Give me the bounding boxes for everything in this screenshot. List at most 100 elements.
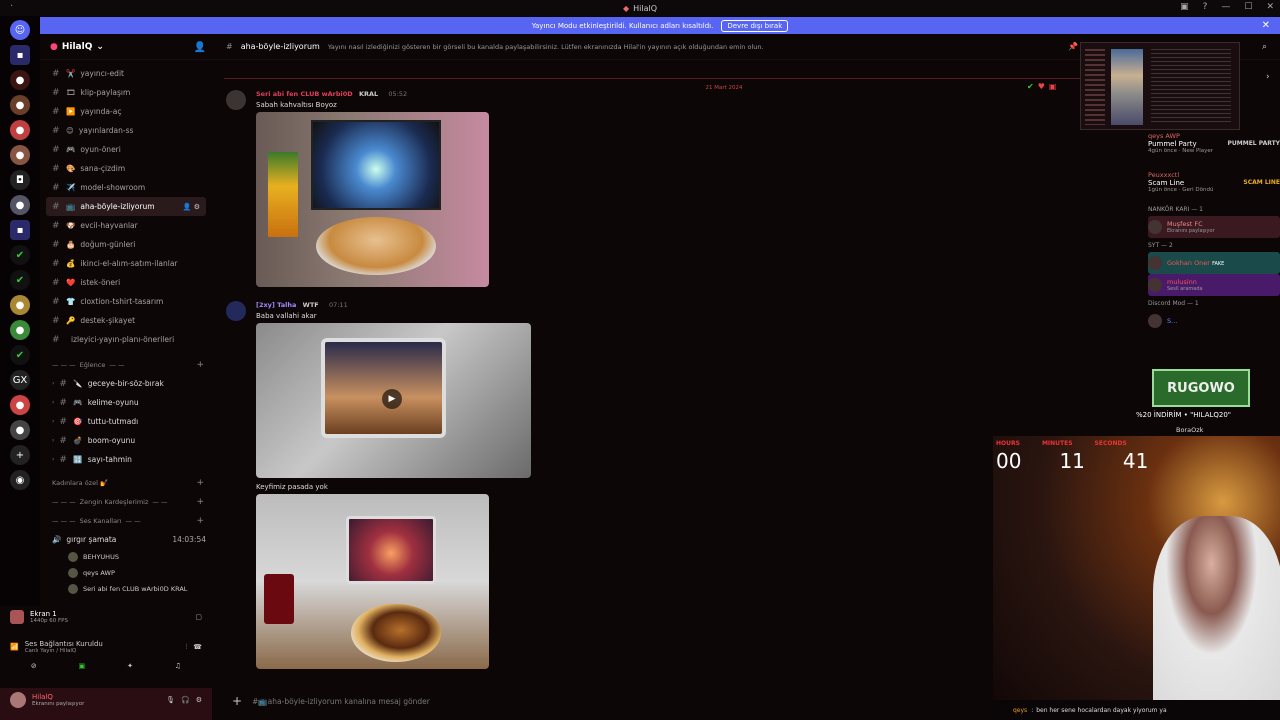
server-icon[interactable]: ● — [10, 120, 30, 140]
close-icon[interactable]: ✕ — [1266, 2, 1274, 12]
server-header[interactable]: ● HilalQ ⌄ 👤 — [40, 34, 212, 60]
channel-evcil-hayvanlar[interactable]: # 🐶 evcil-hayvanlar — [40, 216, 212, 235]
server-icon[interactable]: ● — [10, 420, 30, 440]
pin-icon[interactable]: 📌 — [1068, 42, 1078, 51]
maximize-icon[interactable]: ☐ — [1244, 2, 1252, 12]
channel-oyun-öneri[interactable]: # 🎮 oyun-öneri — [40, 140, 212, 159]
channel-destek-şikayet[interactable]: # 🔑 destek-şikayet — [40, 311, 212, 330]
gear-icon[interactable]: 👤 ⚙ — [183, 203, 200, 211]
home-icon[interactable]: ☺ — [10, 20, 30, 40]
server-icon[interactable]: ● — [10, 320, 30, 340]
add-channel-icon[interactable]: + — [196, 497, 204, 507]
reaction-icon[interactable]: ▣ — [1049, 82, 1057, 91]
member-row[interactable]: Muşfest FC Ekranını paylaşıyor — [1148, 216, 1280, 238]
member-activity[interactable]: Peuxxxctl Scam Line 1gün önce · Geri Dön… — [1148, 162, 1280, 202]
close-banner-icon[interactable]: ✕ — [1262, 20, 1270, 31]
heart-icon[interactable]: ♥ — [1038, 82, 1045, 91]
avatar[interactable] — [10, 692, 26, 708]
channel-izleyici-yayın-planı-önerileri[interactable]: # izleyici-yayın-planı-önerileri — [40, 330, 212, 349]
play-icon[interactable]: ▶ — [382, 389, 402, 409]
channel-yayında-aç[interactable]: # ▶️ yayında-aç — [40, 102, 212, 121]
waveform-icon[interactable]: ⫶ — [186, 643, 188, 652]
minutes-value: 11 — [1059, 449, 1085, 473]
voice-user[interactable]: Seri abi fen CLUB wArbi0D KRAL — [40, 581, 212, 597]
voice-user[interactable]: qeys AWP — [40, 565, 212, 581]
server-icon[interactable]: ● — [10, 295, 30, 315]
message-username[interactable]: Seri abi fen CLUB wArbi0D — [256, 90, 353, 98]
server-icon[interactable]: ● — [10, 395, 30, 415]
channel-cloxtion-tshirt-tasarım[interactable]: # 👕 cloxtion-tshirt-tasarım — [40, 292, 212, 311]
category-voice[interactable]: — — — Ses Kanalları — — + — [40, 511, 212, 530]
burger-photo[interactable] — [256, 494, 489, 669]
add-server-icon[interactable]: + — [10, 445, 30, 465]
soundboard-icon[interactable]: ♫ — [175, 662, 181, 670]
channel-ikinci-el-alım-satım-ilanlar[interactable]: # 💰 ikinci-el-alım-satım-ilanlar — [40, 254, 212, 273]
settings-icon[interactable]: ⚙ — [196, 696, 202, 704]
add-member-icon[interactable]: 👤 — [194, 42, 206, 53]
channel-sana-çizdim[interactable]: # 🎨 sana-çizdim — [40, 159, 212, 178]
voice-user[interactable]: BEHYUHUS — [40, 549, 212, 565]
inbox-icon[interactable]: ▣ — [1180, 2, 1189, 12]
member-activity[interactable]: qeys AWP Pummel Party 4gün önce · New Pl… — [1148, 124, 1280, 162]
server-icon[interactable]: ✔ — [10, 345, 30, 365]
breakfast-photo[interactable] — [256, 112, 489, 287]
channel-yayıncı-edit[interactable]: # ✂️ yayıncı-edit — [40, 64, 212, 83]
category-rich[interactable]: — — — Zengin Kardeşlerimiz — — + — [40, 492, 212, 511]
mic-icon[interactable]: 🎙 — [166, 696, 175, 704]
member-status: Ekranını paylaşıyor — [1167, 228, 1215, 234]
channel-model-showroom[interactable]: # ✈️ model-showroom — [40, 178, 212, 197]
channel-yayınlardan-ss[interactable]: # 😊 yayınlardan-ss — [40, 121, 212, 140]
server-icon[interactable]: ✔ — [10, 270, 30, 290]
add-attachment-icon[interactable]: + — [232, 694, 242, 708]
member-row[interactable]: S... — [1148, 310, 1280, 332]
member-row[interactable]: Gokhan Oner FAKE — [1148, 252, 1280, 274]
server-icon[interactable]: ● — [10, 95, 30, 115]
disconnect-icon[interactable]: ☎ — [193, 643, 202, 651]
member-row[interactable]: mulusinn Sesli aramada — [1148, 274, 1280, 296]
avatar[interactable] — [226, 301, 246, 321]
activity-icon[interactable]: ✦ — [127, 662, 133, 670]
server-icon[interactable]: ● — [10, 145, 30, 165]
channel-istek-öneri[interactable]: # ❤️ istek-öneri — [40, 273, 212, 292]
channel-tuttu-tutmadı[interactable]: › # 🎯 tuttu-tutmadı — [40, 412, 212, 431]
message-input[interactable]: #📺aha-böyle-izliyorum kanalına mesaj gön… — [252, 697, 430, 706]
help-icon[interactable]: ? — [1203, 2, 1208, 12]
stream-preview[interactable] — [1080, 42, 1240, 130]
channel-kelime-oyunu[interactable]: › # 🎮 kelime-oyunu — [40, 393, 212, 412]
voice-channel[interactable]: 🔊 gırgır şamata 14:03:54 — [40, 530, 212, 549]
channel-sayı-tahmin[interactable]: › # 🔢 sayı-tahmin — [40, 450, 212, 469]
category-fun[interactable]: — — — Eğlence — — + — [40, 355, 212, 374]
avatar[interactable] — [226, 90, 246, 110]
channel-label: kelime-oyunu — [87, 398, 139, 407]
sink-tablet-photo[interactable]: ▶ — [256, 323, 531, 478]
popout-icon[interactable]: ▢ — [195, 613, 202, 621]
add-channel-icon[interactable]: + — [196, 478, 204, 488]
server-icon[interactable]: ● — [10, 195, 30, 215]
headphones-icon[interactable]: 🎧 — [181, 696, 190, 704]
disable-streamer-mode-button[interactable]: Devre dışı bırak — [721, 19, 789, 32]
channel-doğum-günleri[interactable]: # 🎂 doğum-günleri — [40, 235, 212, 254]
reaction-bar[interactable]: ✔ ♥ ▣ — [1027, 82, 1056, 91]
camera-off-icon[interactable]: ⊘ — [31, 662, 37, 670]
category-women[interactable]: Kadınlara özel 💅 + — [40, 473, 212, 492]
add-channel-icon[interactable]: + — [196, 516, 204, 526]
explore-icon[interactable]: ◉ — [10, 470, 30, 490]
server-icon[interactable]: ● — [10, 70, 30, 90]
check-icon[interactable]: ✔ — [1027, 82, 1034, 91]
search-icon[interactable]: ⌕ — [1262, 42, 1267, 52]
channel-klip-paylaşım[interactable]: # 🎞 klip-paylaşım — [40, 83, 212, 102]
server-icon[interactable]: ✔ — [10, 245, 30, 265]
channel-geceye-bir-söz-bırak[interactable]: › # 🔪 geceye-bir-söz-bırak — [40, 374, 212, 393]
channel-boom-oyunu[interactable]: › # 💣 boom-oyunu — [40, 431, 212, 450]
server-icon[interactable]: GX — [10, 370, 30, 390]
discord-icon: ◆ — [622, 3, 630, 13]
minimize-icon[interactable]: — — [1221, 2, 1230, 12]
server-icon[interactable]: ▪ — [10, 220, 30, 240]
server-icon[interactable]: ◘ — [10, 170, 30, 190]
screen-share-icon[interactable]: ▣ — [79, 662, 86, 670]
scroll-right-icon[interactable]: › — [1266, 72, 1270, 82]
message-username[interactable]: [2xy] Talha — [256, 301, 296, 309]
channel-aha-böyle-izliyorum[interactable]: # 📺 aha-böyle-izliyorum 👤 ⚙ — [46, 197, 206, 216]
add-channel-icon[interactable]: + — [196, 360, 204, 370]
server-icon[interactable]: ▪ — [10, 45, 30, 65]
